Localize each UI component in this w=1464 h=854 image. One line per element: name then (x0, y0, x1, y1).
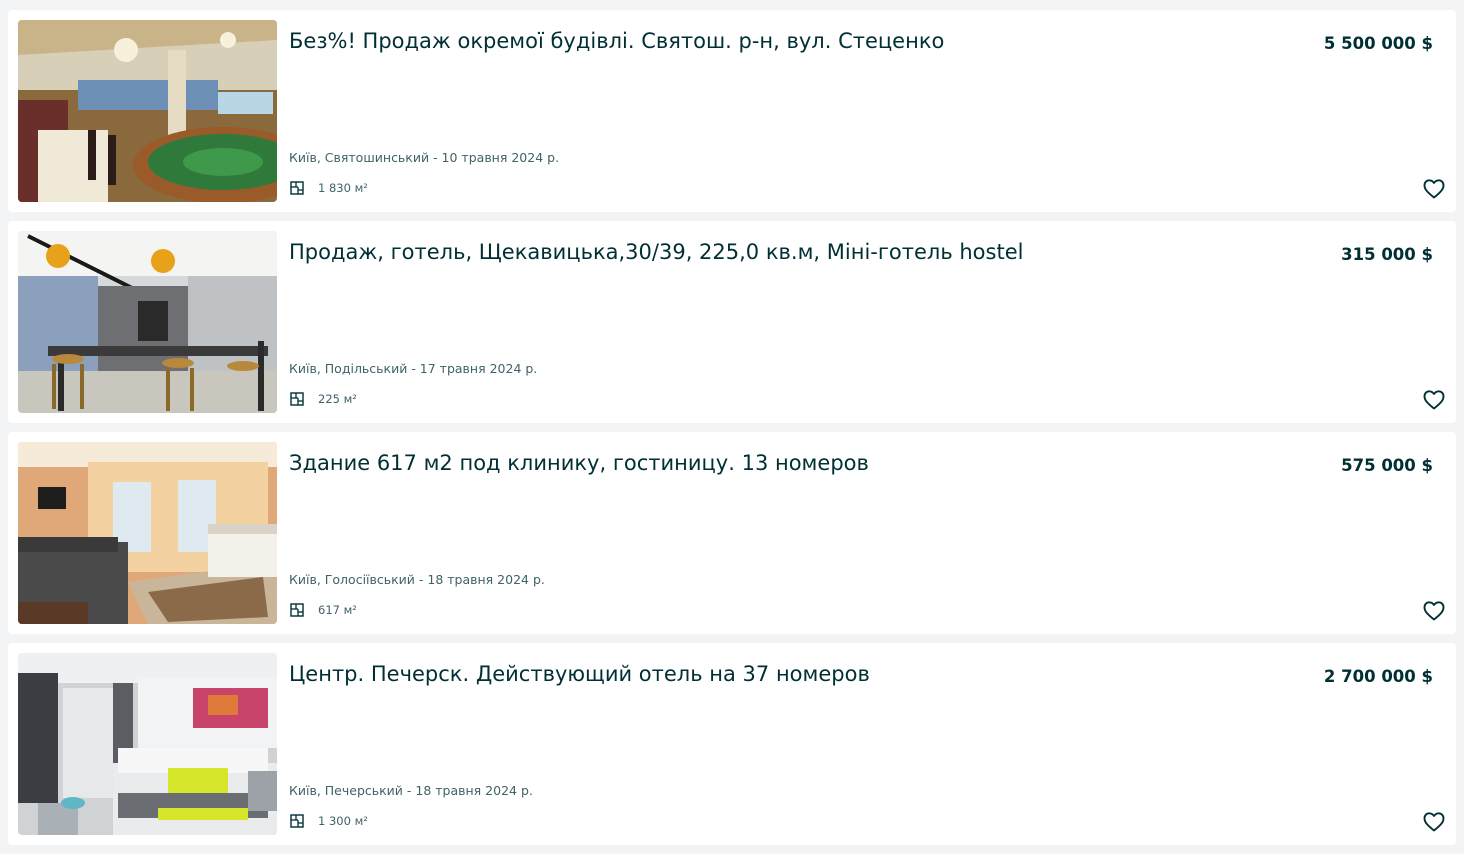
floor-plan-icon (290, 181, 304, 195)
listing-area-value: 225 м² (318, 392, 357, 406)
listing-area: 225 м² (290, 392, 357, 406)
heart-outline-icon[interactable] (1422, 599, 1446, 623)
listing-price: 2 700 000 $ (1323, 667, 1433, 686)
floor-plan-icon (290, 603, 304, 617)
listing-card[interactable]: Здание 617 м2 под клинику, гостиницу. 13… (8, 432, 1456, 634)
listing-location-date: Київ, Печерський - 18 травня 2024 р. (289, 783, 533, 798)
listing-area: 1 830 м² (290, 181, 368, 195)
floor-plan-icon (290, 392, 304, 406)
listing-location-date: Київ, Подільський - 17 травня 2024 р. (289, 361, 538, 376)
listing-area: 617 м² (290, 603, 357, 617)
listing-title[interactable]: Без%! Продаж окремої будівлі. Святош. р-… (289, 28, 1289, 54)
listing-area-value: 1 830 м² (318, 181, 368, 195)
listing-area: 1 300 м² (290, 814, 368, 828)
listing-photo[interactable] (18, 442, 277, 624)
listing-price: 315 000 $ (1341, 245, 1433, 264)
listing-area-value: 617 м² (318, 603, 357, 617)
listing-area-value: 1 300 м² (318, 814, 368, 828)
listing-title[interactable]: Продаж, готель, Щекавицька,30/39, 225,0 … (289, 239, 1289, 265)
listing-card[interactable]: Без%! Продаж окремої будівлі. Святош. р-… (8, 10, 1456, 212)
heart-outline-icon[interactable] (1422, 388, 1446, 412)
listing-price: 5 500 000 $ (1323, 34, 1433, 53)
listing-card[interactable]: Центр. Печерск. Действующий отель на 37 … (8, 643, 1456, 845)
listing-card[interactable]: Продаж, готель, Щекавицька,30/39, 225,0 … (8, 221, 1456, 423)
listing-title[interactable]: Здание 617 м2 под клинику, гостиницу. 13… (289, 450, 1289, 476)
floor-plan-icon (290, 814, 304, 828)
listing-price: 575 000 $ (1341, 456, 1433, 475)
listing-title[interactable]: Центр. Печерск. Действующий отель на 37 … (289, 661, 1289, 687)
listing-photo[interactable] (18, 231, 277, 413)
heart-outline-icon[interactable] (1422, 810, 1446, 834)
heart-outline-icon[interactable] (1422, 177, 1446, 201)
listing-location-date: Київ, Святошинський - 10 травня 2024 р. (289, 150, 560, 165)
listing-location-date: Київ, Голосіївський - 18 травня 2024 р. (289, 572, 545, 587)
listing-photo[interactable] (18, 20, 277, 202)
listing-photo[interactable] (18, 653, 277, 835)
